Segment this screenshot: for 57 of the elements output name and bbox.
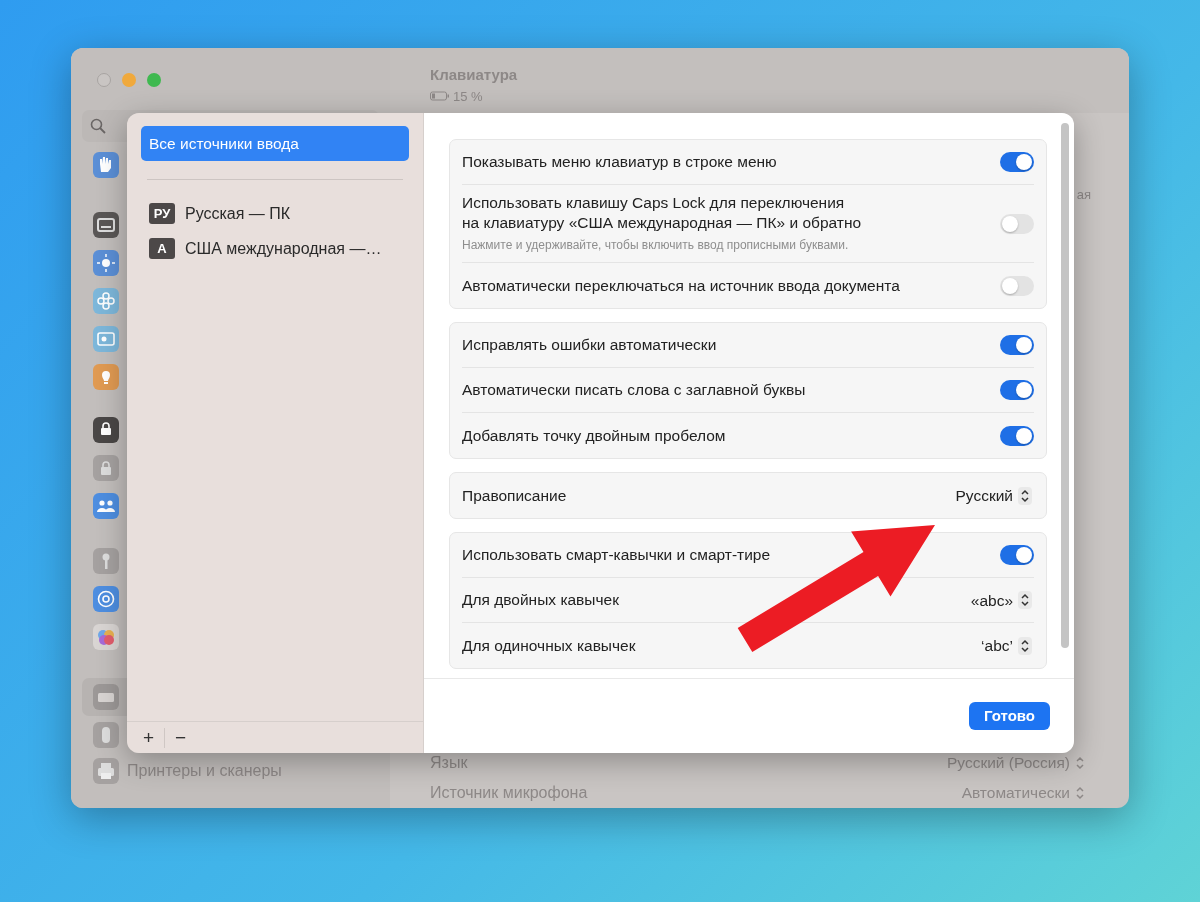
setting-label: Использовать смарт-кавычки и смарт-тире bbox=[462, 545, 771, 566]
search-icon bbox=[90, 118, 106, 134]
chevron-icon bbox=[1018, 636, 1032, 655]
setting-label: Добавлять точку двойным пробелом bbox=[462, 425, 726, 446]
mouse-icon[interactable] bbox=[93, 722, 119, 748]
source-label: Русская — ПК bbox=[185, 203, 291, 224]
battery-icon bbox=[430, 91, 450, 102]
monitor-icon[interactable] bbox=[93, 212, 119, 238]
toggle-switch[interactable] bbox=[1000, 425, 1034, 446]
add-button[interactable]: + bbox=[137, 728, 161, 747]
setting-label: Правописание bbox=[462, 485, 567, 506]
at-sign-icon[interactable] bbox=[93, 586, 119, 612]
source-label: США международная —… bbox=[185, 238, 382, 259]
toggle-switch[interactable] bbox=[1000, 545, 1034, 566]
picture-icon[interactable] bbox=[93, 326, 119, 352]
key-icon[interactable] bbox=[93, 548, 119, 574]
done-button[interactable]: Готово bbox=[968, 701, 1050, 731]
sun-icon[interactable] bbox=[93, 250, 119, 276]
remove-button[interactable]: − bbox=[169, 728, 193, 747]
people-icon[interactable] bbox=[93, 493, 119, 519]
setting-label: Исправлять ошибки автоматически bbox=[462, 335, 717, 356]
setting-label: Использовать клавишу Caps Lock для переключения на клавиатуру «США международная — ПК» и обратно bbox=[462, 193, 862, 234]
hand-icon[interactable] bbox=[93, 152, 119, 178]
layout-badge: РУ bbox=[149, 202, 175, 225]
chevron-icon bbox=[1075, 786, 1085, 800]
color-circles-icon[interactable] bbox=[93, 624, 119, 650]
chevron-icon bbox=[1075, 756, 1085, 770]
setting-label: Для одиночных кавычек bbox=[462, 635, 636, 656]
keyboard-icon[interactable] bbox=[93, 684, 119, 710]
zoom-button[interactable] bbox=[147, 73, 161, 87]
popup-button[interactable]: ‘abc’ bbox=[979, 634, 1034, 658]
toggle-switch[interactable] bbox=[1000, 380, 1034, 401]
toggle-switch[interactable] bbox=[1000, 213, 1034, 234]
setting-label: Автоматически переключаться на источник ввода документа bbox=[462, 275, 900, 296]
bulb-icon[interactable] bbox=[93, 364, 119, 390]
chevron-icon bbox=[1018, 591, 1032, 610]
setting-label: Показывать меню клавиатур в строке меню bbox=[462, 151, 777, 172]
source-item[interactable]: A США международная —… bbox=[141, 231, 409, 266]
hint-text: Нажмите и удерживайте, чтобы включить ввод прописными буквами. bbox=[462, 237, 850, 255]
scrollbar[interactable] bbox=[1061, 123, 1069, 648]
popup-button[interactable]: «abc» bbox=[968, 588, 1034, 612]
source-item[interactable]: РУ Русская — ПК bbox=[141, 196, 409, 231]
chevron-icon bbox=[1018, 486, 1032, 505]
setting-label: Автоматически писать слова с заглавной буквы bbox=[462, 380, 806, 401]
setting-label: Для двойных кавычек bbox=[462, 590, 619, 611]
flower-icon[interactable] bbox=[93, 288, 119, 314]
toggle-switch[interactable] bbox=[1000, 335, 1034, 356]
popup-button[interactable]: Русский bbox=[953, 484, 1034, 508]
close-button[interactable] bbox=[97, 73, 111, 87]
printer-icon[interactable] bbox=[93, 758, 119, 784]
toggle-switch[interactable] bbox=[1000, 152, 1034, 172]
layout-badge: A bbox=[149, 237, 175, 260]
toggle-switch[interactable] bbox=[1000, 275, 1034, 296]
lock-icon[interactable] bbox=[93, 417, 119, 443]
setting-label: Источник микрофона bbox=[430, 783, 588, 803]
setting-label: ая bbox=[1076, 186, 1091, 204]
source-item[interactable]: Все источники ввода bbox=[141, 126, 409, 161]
